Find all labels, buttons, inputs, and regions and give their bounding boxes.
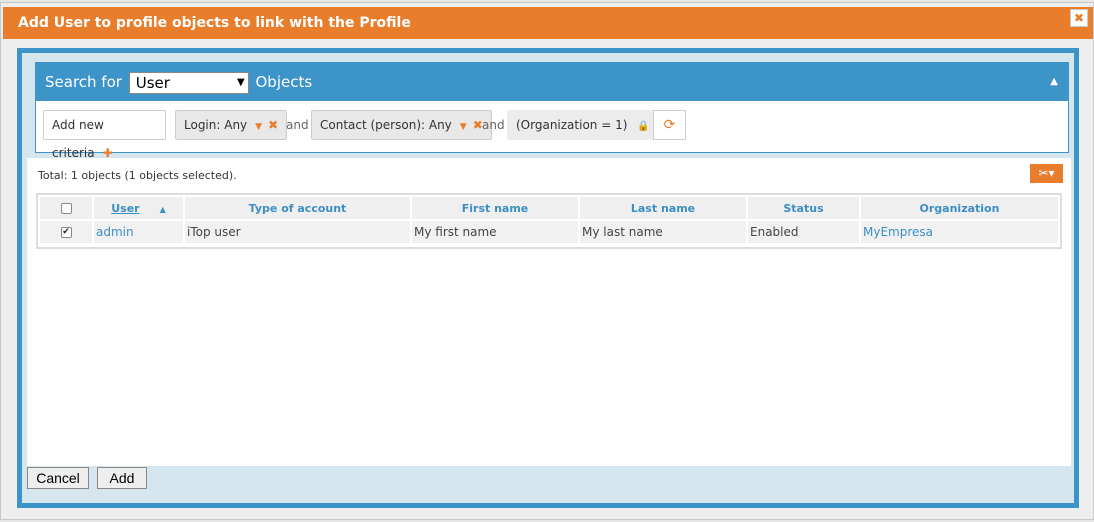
row-select-cell: ✔ (40, 221, 92, 243)
criteria-organization-label: (Organization = 1) (516, 118, 628, 132)
cell-first-name: My first name (412, 221, 578, 243)
column-header-status[interactable]: Status (748, 197, 859, 219)
and-label: and (482, 118, 505, 132)
caret-down-icon[interactable]: ▼ (460, 122, 467, 132)
class-select-value: User (135, 73, 170, 92)
organization-link[interactable]: MyEmpresa (863, 225, 933, 239)
table-row[interactable]: ✔ admin iTop user My first name My last … (40, 221, 1058, 243)
cancel-button[interactable]: Cancel (27, 467, 89, 489)
column-header-type[interactable]: Type of account (185, 197, 410, 219)
tools-icon: ✂▾ (1038, 166, 1055, 180)
results-panel: Total: 1 objects (1 objects selected). ✂… (27, 158, 1071, 466)
criteria-login-label: Login: Any (184, 118, 248, 132)
class-select[interactable]: User ▼ (128, 71, 249, 94)
column-header-organization[interactable]: Organization (861, 197, 1058, 219)
cell-organization: MyEmpresa (861, 221, 1058, 243)
results-table: User ▲ Type of account First name Last na… (38, 195, 1060, 245)
user-link[interactable]: admin (96, 225, 134, 239)
add-criteria-label: Add new criteria (52, 118, 104, 160)
select-all-header (40, 197, 92, 219)
close-icon[interactable]: ✖ (1070, 9, 1088, 27)
search-prefix: Search for (45, 73, 122, 91)
refresh-icon: ⟳ (663, 117, 676, 133)
dialog: Add User to profile objects to link with… (0, 2, 1094, 520)
total-count: Total: 1 objects (1 objects selected). (38, 169, 237, 182)
dialog-titlebar: Add User to profile objects to link with… (3, 7, 1093, 39)
caret-down-icon[interactable]: ▼ (255, 122, 262, 132)
dropdown-arrow-icon: ▼ (237, 76, 245, 88)
sort-ascending-icon: ▲ (159, 204, 166, 214)
criteria-row: Add new criteria ✚ Login: Any ▼ ✖ and Conta… (36, 101, 1068, 160)
dialog-title: Add User to profile objects to link with… (18, 15, 411, 31)
cell-last-name: My last name (580, 221, 746, 243)
table-header-row: User ▲ Type of account First name Last na… (40, 197, 1058, 219)
cell-type-of-account: iTop user (185, 221, 410, 243)
criteria-contact[interactable]: Contact (person): Any ▼ ✖ (311, 110, 492, 140)
add-criteria-button[interactable]: Add new criteria ✚ (43, 110, 166, 160)
column-header-user-label[interactable]: User (111, 202, 139, 215)
remove-criteria-icon[interactable]: ✖ (268, 118, 278, 132)
lock-icon: 🔒 (637, 121, 650, 132)
refresh-button[interactable]: ⟳ (653, 110, 686, 140)
criteria-contact-label: Contact (person): Any (320, 118, 452, 132)
row-checkbox[interactable]: ✔ (60, 227, 72, 238)
select-all-checkbox[interactable] (60, 203, 72, 214)
tools-menu-button[interactable]: ✂▾ (1030, 164, 1063, 183)
column-header-user[interactable]: User ▲ (94, 197, 183, 219)
search-header: Search for User ▼ Objects ▲ (36, 63, 1068, 101)
search-suffix: Objects (255, 73, 313, 91)
cell-user: admin (94, 221, 183, 243)
column-header-first-name[interactable]: First name (412, 197, 578, 219)
collapse-arrow-icon[interactable]: ▲ (1050, 63, 1058, 101)
and-label: and (286, 118, 309, 132)
search-panel: Search for User ▼ Objects ▲ Add new crit… (35, 62, 1069, 160)
dialog-content-frame: Search for User ▼ Objects ▲ Add new crit… (17, 48, 1079, 508)
criteria-organization: (Organization = 1) 🔒 (507, 110, 659, 140)
cell-status: Enabled (748, 221, 859, 243)
criteria-login[interactable]: Login: Any ▼ ✖ (175, 110, 288, 140)
add-button[interactable]: Add (97, 467, 147, 489)
results-table-wrap: User ▲ Type of account First name Last na… (36, 193, 1062, 249)
column-header-last-name[interactable]: Last name (580, 197, 746, 219)
